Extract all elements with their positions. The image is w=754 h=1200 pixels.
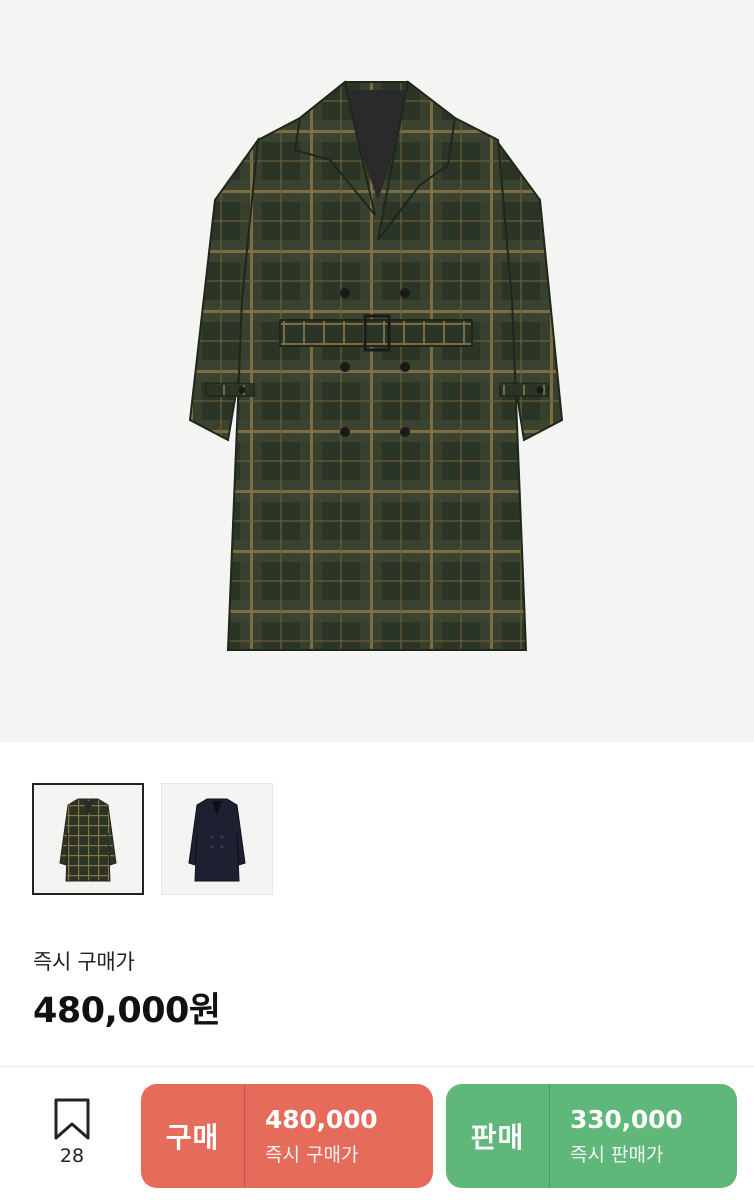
thumbnail-list [32, 783, 273, 895]
buy-button-amount: 480,000 [265, 1105, 378, 1134]
thumbnail-navy-coat[interactable] [161, 783, 273, 895]
bookmark-button[interactable]: 28 [40, 1098, 104, 1178]
buy-button[interactable]: 구매 480,000 즉시 구매가 [141, 1084, 433, 1188]
product-main-image [0, 0, 754, 742]
buy-button-label: 구매 [141, 1084, 245, 1188]
sell-button-sublabel: 즉시 판매가 [570, 1144, 664, 1166]
bookmark-count: 28 [59, 1145, 85, 1167]
sell-button-amount: 330,000 [570, 1105, 683, 1134]
sell-button-label: 판매 [446, 1084, 550, 1188]
buy-button-sublabel: 즉시 구매가 [265, 1144, 359, 1166]
bottom-bar-divider [0, 1066, 754, 1067]
bookmark-icon [54, 1098, 90, 1140]
plaid-coat-thumbnail-icon [59, 798, 117, 882]
thumbnail-plaid-coat[interactable] [32, 783, 144, 895]
instant-buy-price-label: 즉시 구매가 [33, 950, 135, 974]
instant-buy-price-value: 480,000원 [33, 991, 221, 1031]
sell-button[interactable]: 판매 330,000 즉시 판매가 [446, 1084, 737, 1188]
plaid-coat-image [188, 80, 564, 651]
navy-coat-thumbnail-icon [188, 798, 246, 882]
